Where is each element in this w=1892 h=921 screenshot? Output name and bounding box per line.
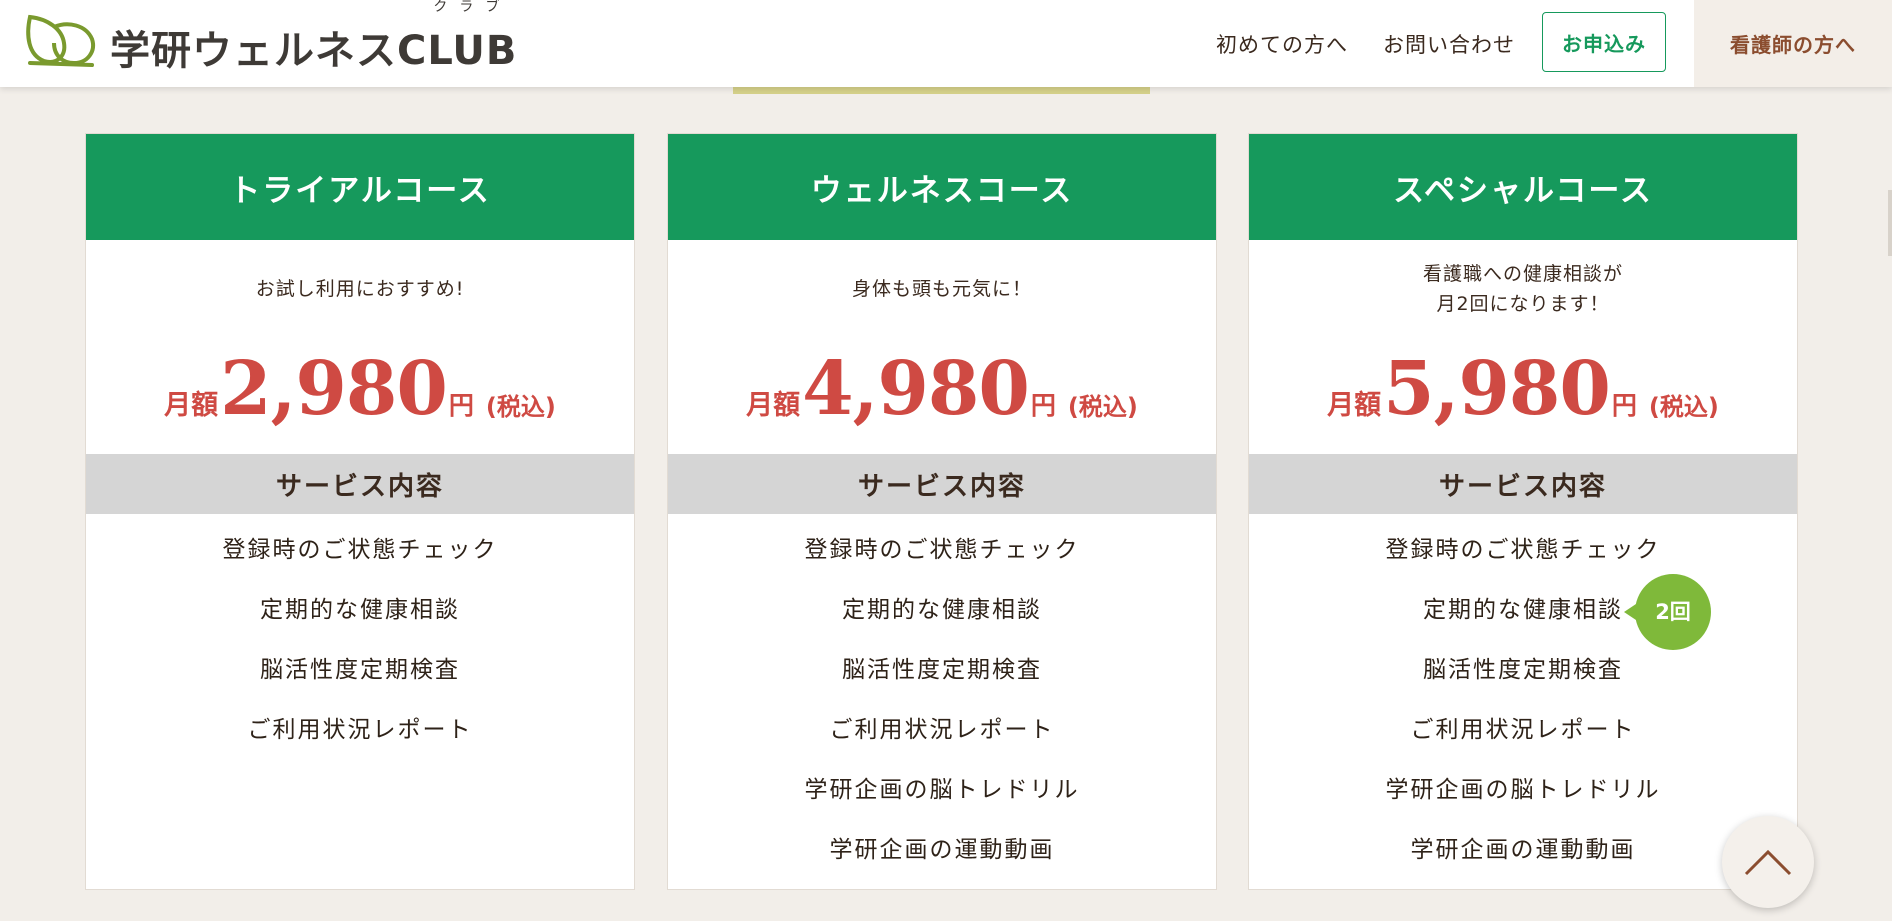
service-item: 学研企画の脳トレドリル <box>1385 777 1661 803</box>
service-item: 登録時のご状態チェック <box>1385 537 1661 563</box>
services-heading: サービス内容 <box>1249 454 1797 514</box>
plan-tagline-line: 身体も頭も元気に！ <box>851 278 1032 300</box>
service-item: 脳活性度定期検査 <box>842 657 1042 683</box>
price-label: 月額 <box>746 390 801 421</box>
price-unit: 円 <box>448 391 474 420</box>
services-heading: サービス内容 <box>668 454 1216 514</box>
nurses-page-button[interactable]: 看護師の方へ <box>1694 0 1892 87</box>
plan-title: トライアルコース <box>86 134 634 240</box>
chevron-up-icon <box>1744 849 1792 876</box>
plan-card-wellness: ウェルネスコース 身体も頭も元気に！ 月額 4,980 円 (税込) サービス内… <box>667 133 1217 890</box>
services-list: 登録時のご状態チェック 定期的な健康相談 脳活性度定期検査 ご利用状況レポート <box>86 532 634 772</box>
logo-ruby: クラブ <box>433 0 512 15</box>
price-tax-note: (税込) <box>1067 393 1138 421</box>
price-tax-note: (税込) <box>1648 393 1719 421</box>
active-tab-indicator <box>733 87 1150 94</box>
plan-title: スペシャルコース <box>1249 134 1797 240</box>
site-logo[interactable]: 学研ウェルネスCLUB クラブ <box>24 0 517 74</box>
services-list: 登録時のご状態チェック 定期的な健康相談 脳活性度定期検査 ご利用状況レポート … <box>668 532 1216 892</box>
plan-price: 月額 4,980 円 (税込) <box>668 344 1216 434</box>
plan-tagline-line: 月2回になります！ <box>1436 293 1610 315</box>
service-item: 脳活性度定期検査 <box>1423 657 1623 683</box>
scrollbar-edge[interactable] <box>1888 190 1892 256</box>
plan-tagline-line: お試し利用におすすめ! <box>255 278 465 300</box>
price-amount: 4,980 <box>802 346 1030 432</box>
service-item: 学研企画の運動動画 <box>1410 837 1636 863</box>
price-unit: 円 <box>1611 391 1637 420</box>
logo-text: 学研ウェルネスCLUB クラブ <box>110 0 518 76</box>
service-item: 定期的な健康相談 <box>260 597 460 623</box>
plan-price: 月額 2,980 円 (税込) <box>86 344 634 434</box>
service-item: 脳活性度定期検査 <box>260 657 460 683</box>
nav-contact-link[interactable]: お問い合わせ <box>1383 29 1515 59</box>
price-amount: 5,980 <box>1383 346 1611 432</box>
scroll-to-top-button[interactable] <box>1722 816 1814 908</box>
service-item: 定期的な健康相談 <box>842 597 1042 623</box>
leaf-logo-icon <box>26 14 95 67</box>
service-item: ご利用状況レポート <box>1410 717 1636 743</box>
plan-tagline: 看護職への健康相談が 月2回になります！ <box>1249 254 1797 324</box>
plan-tagline: お試し利用におすすめ! <box>86 254 634 324</box>
plan-tagline: 身体も頭も元気に！ <box>668 254 1216 324</box>
service-item: 登録時のご状態チェック <box>222 537 498 563</box>
services-heading: サービス内容 <box>86 454 634 514</box>
service-item: 学研企画の運動動画 <box>829 837 1055 863</box>
plan-tagline-line: 看護職への健康相談が <box>1422 263 1623 285</box>
price-unit: 円 <box>1030 391 1056 420</box>
nav-first-visit-link[interactable]: 初めての方へ <box>1216 29 1348 59</box>
services-list: 登録時のご状態チェック 定期的な健康相談 2回 脳活性度定期検査 ご利用状況レポ… <box>1249 532 1797 892</box>
apply-button[interactable]: お申込み <box>1542 12 1666 72</box>
price-tax-note: (税込) <box>485 393 556 421</box>
service-item: 学研企画の脳トレドリル <box>804 777 1080 803</box>
plan-title: ウェルネスコース <box>668 134 1216 240</box>
service-item: ご利用状況レポート <box>247 717 473 743</box>
logo-wordmark: 学研ウェルネスCLUB <box>110 28 518 74</box>
twice-monthly-badge: 2回 <box>1624 574 1711 650</box>
service-item: 定期的な健康相談 2回 <box>1249 574 1797 652</box>
price-amount: 2,980 <box>220 346 448 432</box>
price-label: 月額 <box>164 390 219 421</box>
price-label: 月額 <box>1327 390 1382 421</box>
service-item-text: 定期的な健康相談 <box>1423 597 1623 623</box>
service-item: ご利用状況レポート <box>829 717 1055 743</box>
plan-card-special: スペシャルコース 看護職への健康相談が 月2回になります！ 月額 5,980 円… <box>1248 133 1798 890</box>
site-header: 学研ウェルネスCLUB クラブ 初めての方へ お問い合わせ お申込み 看護師の方… <box>0 0 1892 87</box>
service-item: 登録時のご状態チェック <box>804 537 1080 563</box>
plan-card-trial: トライアルコース お試し利用におすすめ! 月額 2,980 円 (税込) サービ… <box>85 133 635 890</box>
plan-price: 月額 5,980 円 (税込) <box>1249 344 1797 434</box>
